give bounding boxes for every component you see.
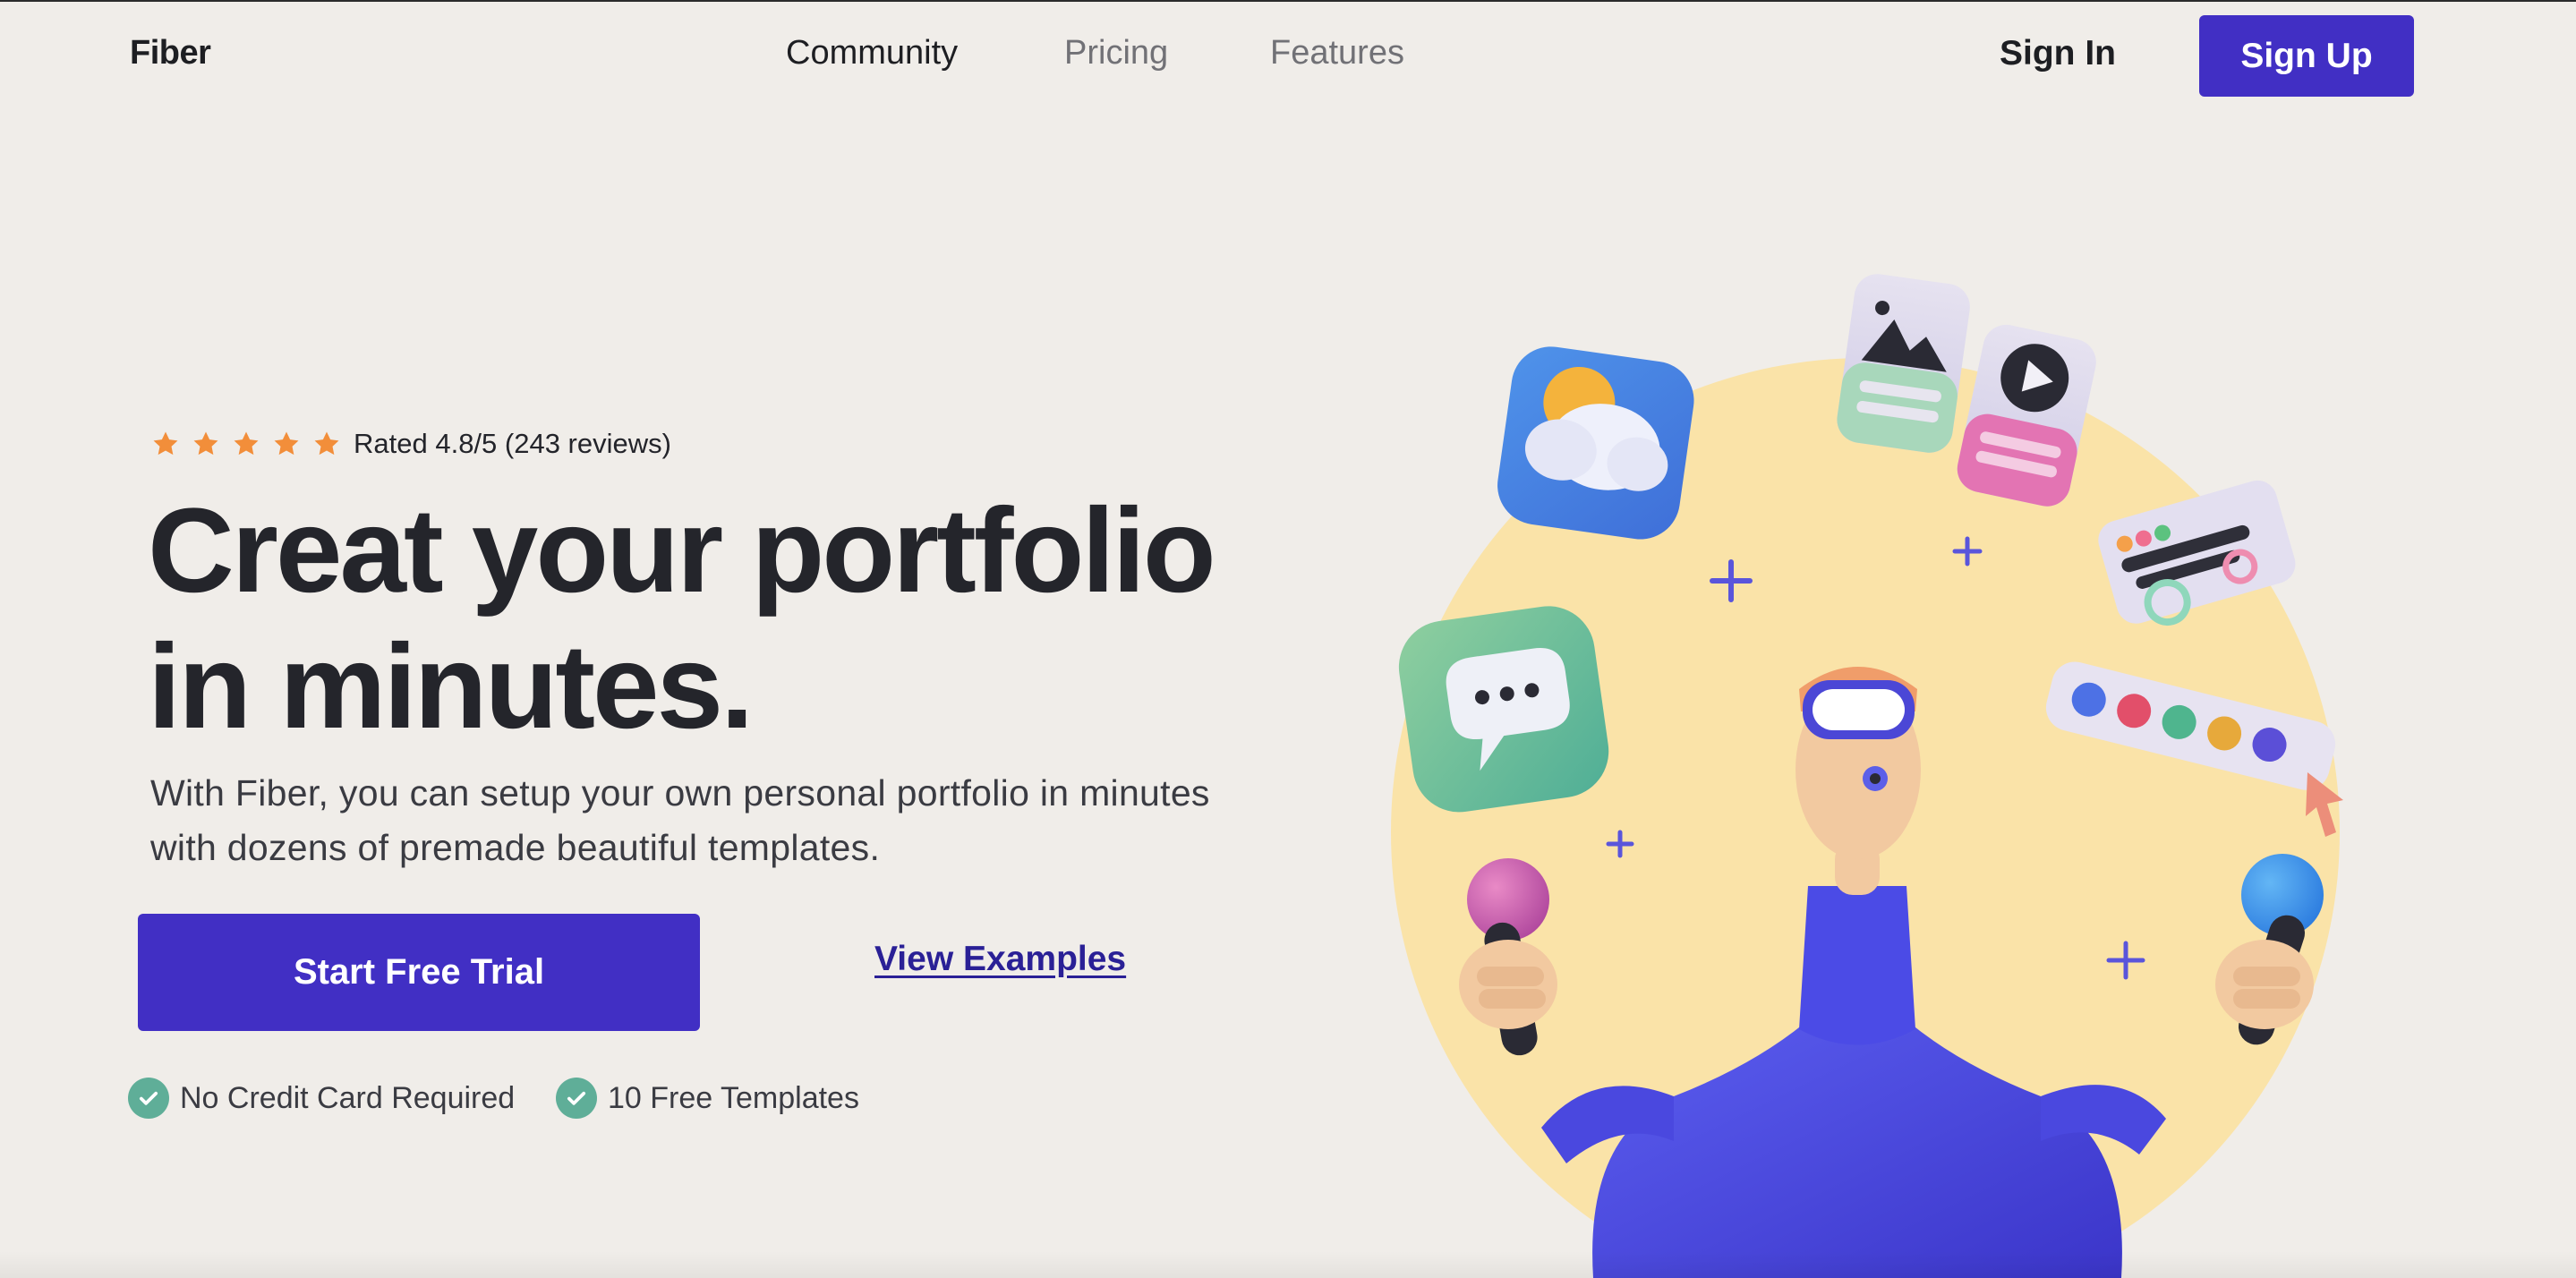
hero-illustration (1378, 260, 2417, 1278)
star-icon (191, 429, 221, 459)
rating: Rated 4.8/5 (243 reviews) (150, 428, 671, 460)
feature-no-credit-card: No Credit Card Required (128, 1078, 515, 1119)
hero-subtitle: With Fiber, you can setup your own perso… (150, 766, 1278, 875)
start-free-trial-button[interactable]: Start Free Trial (138, 914, 700, 1031)
weather-card-icon (1497, 346, 1694, 540)
sign-in-link[interactable]: Sign In (2000, 34, 2116, 73)
headline-line-1: Creat your portfolio (148, 484, 1216, 618)
subtitle-line-1: With Fiber, you can setup your own perso… (150, 772, 1210, 814)
rating-text: Rated 4.8/5 (243 reviews) (354, 428, 671, 459)
feature-label: No Credit Card Required (180, 1080, 516, 1115)
check-circle-icon (128, 1078, 169, 1119)
check-circle-icon (556, 1078, 597, 1119)
sign-up-button[interactable]: Sign Up (2199, 15, 2414, 97)
subtitle-line-2: with dozens of premade beautiful templat… (150, 827, 881, 868)
nav-link-pricing[interactable]: Pricing (1064, 34, 1168, 72)
headline-line-2: in minutes. (148, 620, 754, 754)
star-icon (311, 429, 342, 459)
view-examples-link[interactable]: View Examples (874, 940, 1126, 979)
nav-link-features[interactable]: Features (1270, 34, 1404, 72)
chat-bubble-icon (1398, 606, 1609, 813)
star-icon (150, 429, 181, 459)
bottom-shadow (0, 1251, 2576, 1278)
image-card-icon (1837, 274, 1970, 453)
brand-logo[interactable]: Fiber (130, 34, 211, 72)
hero-headline: Creat your portfolio in minutes. (148, 483, 1311, 755)
feature-free-templates: 10 Free Templates (556, 1078, 859, 1119)
star-icon (231, 429, 261, 459)
nav-link-community[interactable]: Community (786, 34, 958, 72)
star-icon (271, 429, 302, 459)
feature-label: 10 Free Templates (608, 1080, 859, 1115)
top-border (0, 0, 2576, 2)
